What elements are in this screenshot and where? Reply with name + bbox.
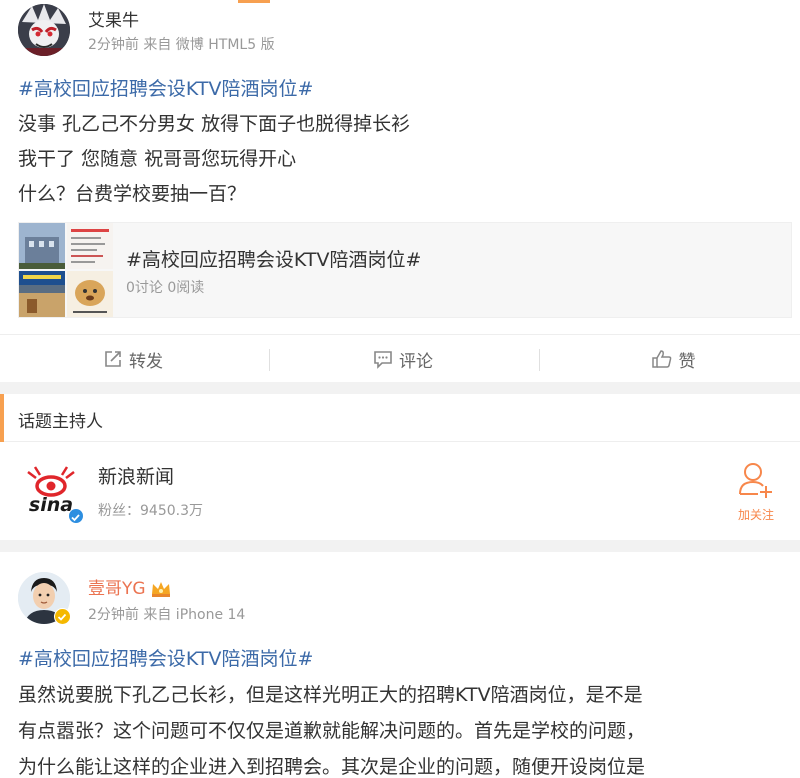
hashtag-link[interactable]: #高校回应招聘会设KTV陪酒岗位# [18, 72, 410, 107]
comment-button[interactable]: 评论 [270, 335, 536, 383]
thumbnail-tile [19, 223, 65, 269]
thumbnail-tile [67, 223, 113, 269]
post-line: 我干了 您随意 祝哥哥您玩得开心 [18, 148, 297, 170]
verified-badge-icon [54, 608, 71, 625]
repost-label: 转发 [129, 351, 163, 372]
post-line: 什么？台费学校要抽一百？ [18, 183, 247, 205]
thumbnail-tile [19, 271, 65, 317]
post-line: 虽然说要脱下孔乙己长衫，但是这样光明正大的招聘KTV陪酒岗位，是不是 [18, 684, 643, 706]
add-user-icon [739, 463, 772, 498]
like-label: 赞 [678, 351, 696, 372]
follow-label: 加关注 [737, 508, 774, 522]
header-accent-bar [0, 394, 4, 442]
avatar-image [18, 4, 70, 56]
post-card-2: 壹哥YG 2分钟前 来自 iPhone 14 #高校回应招聘会设KTV陪酒岗位#… [0, 552, 800, 778]
host-section-title: 话题主持人 [18, 412, 103, 432]
host-section-header: 话题主持人 [0, 394, 800, 442]
verified-badge-icon [68, 508, 84, 524]
post-body: #高校回应招聘会设KTV陪酒岗位# 没事 孔乙己不分男女 放得下面子也脱得掉长衫… [18, 72, 410, 212]
post-meta: 2分钟前 来自 iPhone 14 [88, 607, 246, 623]
thumbnail-tile [67, 271, 113, 317]
post-card-1: 艾果牛 2分钟前 来自 微博 HTML5 版 #高校回应招聘会设KTV陪酒岗位#… [0, 0, 800, 382]
host-fans-count: 粉丝：9450.3万 [98, 503, 203, 519]
sina-logo[interactable]: sina [18, 464, 84, 524]
topic-thumbnail-mosaic [19, 223, 113, 317]
hashtag-link[interactable]: #高校回应招聘会设KTV陪酒岗位# [18, 641, 645, 677]
author-name[interactable]: 壹哥YG [88, 579, 146, 599]
post-line: 有点嚣张？这个问题可不仅仅是道歉就能解决问题的。首先是学校的问题， [18, 720, 646, 742]
top-tab-indicator [238, 0, 270, 3]
share-arrow-icon [105, 351, 121, 367]
post-meta: 2分钟前 来自 微博 HTML5 版 [88, 37, 275, 53]
sina-logo-text: sina [29, 494, 73, 516]
topic-card-title: #高校回应招聘会设KTV陪酒岗位# [126, 249, 422, 271]
crown-icon[interactable] [150, 580, 172, 598]
repost-button[interactable]: 转发 [0, 335, 266, 383]
comment-label: 评论 [399, 351, 433, 372]
author-name[interactable]: 艾果牛 [88, 6, 139, 31]
host-name[interactable]: 新浪新闻 [98, 462, 174, 489]
action-bar: 转发 评论 赞 [0, 334, 800, 382]
post-body: #高校回应招聘会设KTV陪酒岗位# 虽然说要脱下孔乙己长衫，但是这样光明正大的招… [18, 641, 645, 778]
post-line: 为什么能让这样的企业进入到招聘会。其次是企业的问题，随便开设岗位是 [18, 756, 646, 778]
topic-card-stats: 0讨论 0阅读 [126, 280, 205, 296]
comment-bubble-icon [374, 351, 392, 369]
follow-button[interactable]: 加关注 [728, 460, 784, 522]
topic-card[interactable]: #高校回应招聘会设KTV陪酒岗位# 0讨论 0阅读 [18, 222, 792, 318]
like-button[interactable]: 赞 [540, 335, 800, 383]
author-name-row: 壹哥YG [88, 574, 172, 599]
thumbs-up-icon [651, 350, 671, 368]
author-avatar-1[interactable] [18, 4, 70, 56]
post-line: 没事 孔乙己不分男女 放得下面子也脱得掉长衫 [18, 113, 411, 135]
